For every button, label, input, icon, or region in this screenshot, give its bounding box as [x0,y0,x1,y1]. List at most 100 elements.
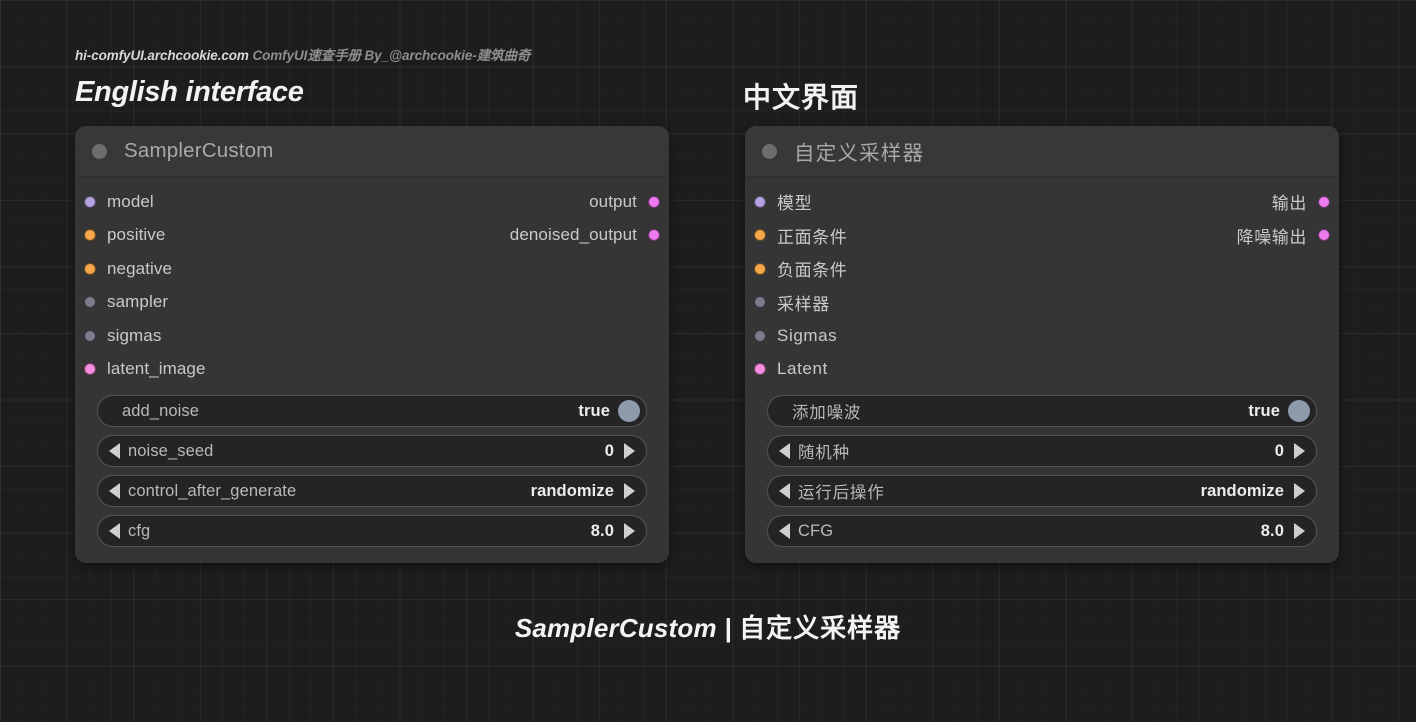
widget-value: randomize [530,481,614,500]
input-label-latent: Latent [777,359,828,379]
input-dot-model[interactable] [84,195,96,208]
slot-row: latent_image [75,353,669,387]
widget-label: noise_seed [128,441,214,460]
widget-noise-seed[interactable]: 随机种 0 [767,435,1317,467]
widget-value: 0 [1274,441,1284,460]
input-dot-sampler[interactable] [754,296,766,309]
widget-noise-seed[interactable]: noise_seed 0 [97,435,647,467]
widget-list: 添加噪波 true 随机种 0 运行后操作 randomize CFG 8.0 [745,395,1339,547]
output-label-denoised-output: denoised_output [509,225,637,245]
toggle-knob-icon[interactable] [1288,400,1310,422]
widget-add-noise[interactable]: add_noise true [97,395,647,427]
slot-row: negative [75,252,669,286]
widget-value: randomize [1200,481,1284,500]
node-body: model output positive denoised_output ne… [75,177,669,563]
output-dot-output[interactable] [648,195,660,208]
widget-label: control_after_generate [128,481,297,500]
widget-label: 添加噪波 [792,404,862,422]
widget-label: 随机种 [798,444,850,462]
slot-row: sigmas [75,319,669,353]
input-label-model: 模型 [777,194,813,214]
widget-add-noise[interactable]: 添加噪波 true [767,395,1317,427]
output-label-denoised-output: 降噪输出 [1236,227,1307,247]
node-sampler-custom-english[interactable]: SamplerCustom model output positive deno… [75,126,669,563]
heading-chinese-interface: 中文界面 [743,82,860,113]
heading-english-interface: English interface [75,76,304,108]
increment-arrow-icon[interactable] [624,443,635,459]
increment-arrow-icon[interactable] [1294,483,1305,499]
slot-row: positive denoised_output [75,219,669,253]
collapse-dot-icon[interactable] [762,143,777,159]
output-dot-denoised-output[interactable] [648,229,660,242]
node-body: 模型 输出 正面条件 降噪输出 负面条件 采样器 Sigmas Latent 添… [745,177,1339,563]
input-label-sampler: 采样器 [777,294,830,314]
node-title: 自定义采样器 [794,142,925,165]
input-label-latent-image: latent_image [107,359,206,379]
input-dot-positive[interactable] [84,229,96,242]
widget-value: 0 [604,441,614,460]
input-label-positive: 正面条件 [777,227,848,247]
widget-cfg[interactable]: cfg 8.0 [97,515,647,547]
slot-row: sampler [75,286,669,320]
widget-label: add_noise [122,401,200,420]
output-label-output: output [589,191,637,211]
input-dot-model[interactable] [754,195,766,208]
bottom-caption: SamplerCustom | 自定义采样器 [0,608,1416,645]
decrement-arrow-icon[interactable] [779,523,790,539]
decrement-arrow-icon[interactable] [779,443,790,459]
slot-row: Latent [745,353,1339,387]
slot-row: 正面条件 降噪输出 [745,219,1339,253]
input-dot-sigmas[interactable] [754,329,766,342]
widget-label: cfg [128,521,151,540]
output-dot-denoised-output[interactable] [1318,229,1330,242]
input-label-sigmas: Sigmas [777,325,838,345]
node-sampler-custom-chinese[interactable]: 自定义采样器 模型 输出 正面条件 降噪输出 负面条件 采样器 Sigmas L… [745,126,1339,563]
widget-control-after-generate[interactable]: control_after_generate randomize [97,475,647,507]
slot-row: Sigmas [745,319,1339,353]
decrement-arrow-icon[interactable] [109,443,120,459]
input-dot-negative[interactable] [754,262,766,275]
credit-tagline: ComfyUI速查手册 By_@archcookie-建筑曲奇 [252,48,531,63]
collapse-dot-icon[interactable] [92,143,107,159]
widget-value: 8.0 [590,521,614,540]
increment-arrow-icon[interactable] [624,483,635,499]
input-dot-latent[interactable] [754,363,766,376]
input-dot-latent-image[interactable] [84,363,96,376]
decrement-arrow-icon[interactable] [779,483,790,499]
node-header[interactable]: SamplerCustom [75,126,669,177]
increment-arrow-icon[interactable] [624,523,635,539]
credit-line: hi-comfyUI.archcookie.com ComfyUI速查手册 By… [75,44,530,64]
output-dot-output[interactable] [1318,195,1330,208]
widget-cfg[interactable]: CFG 8.0 [767,515,1317,547]
widget-label: 运行后操作 [798,484,885,502]
slot-row: model output [75,185,669,219]
input-label-positive: positive [107,225,166,245]
credit-site: hi-comfyUI.archcookie.com [75,48,249,63]
caption-chinese: 自定义采样器 [739,613,902,643]
decrement-arrow-icon[interactable] [109,523,120,539]
widget-value: 8.0 [1260,521,1284,540]
widget-control-after-generate[interactable]: 运行后操作 randomize [767,475,1317,507]
output-label-output: 输出 [1271,194,1307,214]
input-label-negative: 负面条件 [777,261,848,281]
slot-row: 模型 输出 [745,185,1339,219]
input-dot-negative[interactable] [84,262,96,275]
input-label-model: model [107,191,154,211]
widget-value: true [1248,401,1280,420]
input-label-negative: negative [107,258,173,278]
input-label-sampler: sampler [107,292,169,312]
increment-arrow-icon[interactable] [1294,443,1305,459]
node-title: SamplerCustom [124,139,274,162]
toggle-knob-icon[interactable] [618,400,640,422]
increment-arrow-icon[interactable] [1294,523,1305,539]
node-header[interactable]: 自定义采样器 [745,126,1339,177]
widget-value: true [578,401,610,420]
input-dot-positive[interactable] [754,229,766,242]
widget-list: add_noise true noise_seed 0 control_afte… [75,395,669,547]
input-dot-sigmas[interactable] [84,329,96,342]
caption-english: SamplerCustom | [514,613,740,643]
widget-label: CFG [798,521,834,540]
slot-row: 负面条件 [745,252,1339,286]
input-dot-sampler[interactable] [84,296,96,309]
decrement-arrow-icon[interactable] [109,483,120,499]
